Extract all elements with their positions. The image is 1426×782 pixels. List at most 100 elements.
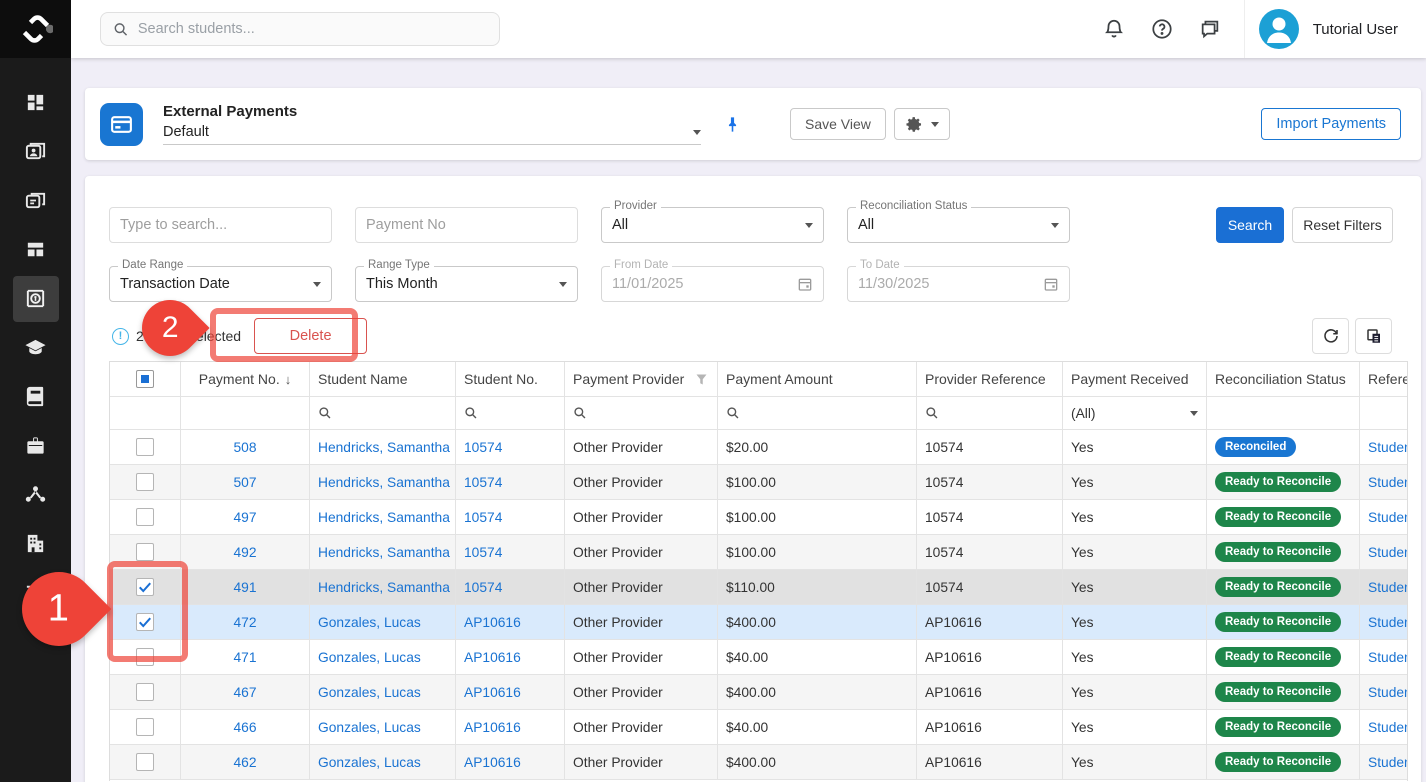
- save-view-button[interactable]: Save View: [790, 108, 886, 140]
- sno-link[interactable]: AP10616: [464, 755, 521, 770]
- filter-cell-prov[interactable]: [565, 397, 718, 430]
- sidebar-item-academics[interactable]: [0, 323, 71, 372]
- sidebar-item-book[interactable]: [0, 372, 71, 421]
- table-row[interactable]: 467Gonzales, LucasAP10616Other Provider$…: [110, 675, 1407, 710]
- no-link[interactable]: 497: [233, 510, 256, 525]
- row-checkbox[interactable]: [136, 438, 154, 456]
- row-checkbox[interactable]: [136, 683, 154, 701]
- sno-link[interactable]: AP10616: [464, 650, 521, 665]
- refcol-link[interactable]: Student: [1368, 545, 1408, 560]
- help-button[interactable]: [1138, 5, 1186, 53]
- column-header-no[interactable]: Payment No.↓: [181, 362, 310, 397]
- table-row[interactable]: 472Gonzales, LucasAP10616Other Provider$…: [110, 605, 1407, 640]
- filter-cell-ref[interactable]: [917, 397, 1063, 430]
- refresh-button[interactable]: [1312, 318, 1349, 354]
- name-link[interactable]: Gonzales, Lucas: [318, 650, 421, 665]
- table-row[interactable]: 507Hendricks, Samantha10574Other Provide…: [110, 465, 1407, 500]
- no-link[interactable]: 467: [233, 685, 256, 700]
- search-input[interactable]: [138, 21, 487, 37]
- table-row[interactable]: 497Hendricks, Samantha10574Other Provide…: [110, 500, 1407, 535]
- search-button[interactable]: Search: [1216, 207, 1284, 243]
- sidebar-item-contacts[interactable]: [0, 127, 71, 176]
- table-row[interactable]: 508Hendricks, Samantha10574Other Provide…: [110, 430, 1407, 465]
- column-header-sno[interactable]: Student No.: [456, 362, 565, 397]
- messages-button[interactable]: [1186, 5, 1234, 53]
- delete-button[interactable]: Delete: [254, 318, 367, 354]
- table-row[interactable]: 466Gonzales, LucasAP10616Other Provider$…: [110, 710, 1407, 745]
- column-header-checkbox[interactable]: [110, 362, 181, 397]
- filter-cell-amt[interactable]: [718, 397, 917, 430]
- sno-link[interactable]: AP10616: [464, 685, 521, 700]
- reset-filters-button[interactable]: Reset Filters: [1292, 207, 1393, 243]
- refcol-link[interactable]: Student: [1368, 615, 1408, 630]
- refcol-link[interactable]: Student: [1368, 580, 1408, 595]
- column-header-amt[interactable]: Payment Amount: [718, 362, 917, 397]
- reconciliation-status-select[interactable]: Reconciliation Status All: [847, 207, 1070, 243]
- date-range-select[interactable]: Date Range Transaction Date: [109, 266, 332, 302]
- column-chooser-button[interactable]: [1355, 318, 1392, 354]
- payment-no-input[interactable]: [355, 207, 578, 243]
- no-link[interactable]: 507: [233, 475, 256, 490]
- table-row[interactable]: 462Gonzales, LucasAP10616Other Provider$…: [110, 745, 1407, 780]
- refcol-link[interactable]: Student: [1368, 755, 1408, 770]
- pin-view-button[interactable]: [723, 115, 742, 134]
- avatar[interactable]: [1259, 9, 1299, 49]
- column-header-ref[interactable]: Provider Reference: [917, 362, 1063, 397]
- global-search[interactable]: [100, 12, 500, 46]
- column-header-prov[interactable]: Payment Provider: [565, 362, 718, 397]
- table-row[interactable]: 492Hendricks, Samantha10574Other Provide…: [110, 535, 1407, 570]
- filter-cell-name[interactable]: [310, 397, 456, 430]
- view-settings-button[interactable]: [894, 108, 950, 140]
- no-link[interactable]: 492: [233, 545, 256, 560]
- name-link[interactable]: Hendricks, Samantha: [318, 475, 450, 490]
- row-checkbox[interactable]: [136, 753, 154, 771]
- refcol-link[interactable]: Student: [1368, 510, 1408, 525]
- name-link[interactable]: Gonzales, Lucas: [318, 685, 421, 700]
- sidebar-item-layout[interactable]: [0, 225, 71, 274]
- select-all-checkbox[interactable]: [136, 370, 154, 388]
- import-payments-button[interactable]: Import Payments: [1261, 108, 1401, 140]
- refcol-link[interactable]: Student: [1368, 440, 1408, 455]
- column-header-status[interactable]: Reconciliation Status: [1207, 362, 1360, 397]
- range-type-select[interactable]: Range Type This Month: [355, 266, 578, 302]
- refcol-link[interactable]: Student: [1368, 475, 1408, 490]
- row-checkbox[interactable]: [136, 613, 154, 631]
- no-link[interactable]: 508: [233, 440, 256, 455]
- table-row[interactable]: 491Hendricks, Samantha10574Other Provide…: [110, 570, 1407, 605]
- user-name[interactable]: Tutorial User: [1313, 21, 1398, 38]
- no-link[interactable]: 462: [233, 755, 256, 770]
- table-row[interactable]: 471Gonzales, LucasAP10616Other Provider$…: [110, 640, 1407, 675]
- row-checkbox[interactable]: [136, 648, 154, 666]
- view-selector[interactable]: Default: [163, 124, 701, 145]
- notifications-button[interactable]: [1090, 5, 1138, 53]
- refcol-link[interactable]: Student: [1368, 685, 1408, 700]
- sidebar-item-dashboard[interactable]: [0, 78, 71, 127]
- sidebar-item-briefcase[interactable]: [0, 421, 71, 470]
- no-link[interactable]: 491: [233, 580, 256, 595]
- from-date-field[interactable]: From Date 11/01/2025: [601, 266, 824, 302]
- name-link[interactable]: Hendricks, Samantha: [318, 545, 450, 560]
- sidebar-item-building[interactable]: [0, 519, 71, 568]
- refcol-link[interactable]: Student: [1368, 650, 1408, 665]
- no-link[interactable]: 466: [233, 720, 256, 735]
- sno-link[interactable]: 10574: [464, 580, 502, 595]
- name-link[interactable]: Gonzales, Lucas: [318, 615, 421, 630]
- filter-cell-recv[interactable]: (All): [1063, 397, 1207, 430]
- sno-link[interactable]: 10574: [464, 440, 502, 455]
- name-link[interactable]: Gonzales, Lucas: [318, 755, 421, 770]
- sno-link[interactable]: 10574: [464, 475, 502, 490]
- provider-select[interactable]: Provider All: [601, 207, 824, 243]
- no-link[interactable]: 472: [233, 615, 256, 630]
- row-checkbox[interactable]: [136, 718, 154, 736]
- column-header-name[interactable]: Student Name: [310, 362, 456, 397]
- name-link[interactable]: Gonzales, Lucas: [318, 720, 421, 735]
- sidebar-item-documents[interactable]: [0, 176, 71, 225]
- sno-link[interactable]: 10574: [464, 510, 502, 525]
- refcol-link[interactable]: Student: [1368, 720, 1408, 735]
- name-link[interactable]: Hendricks, Samantha: [318, 580, 450, 595]
- filter-cell-sno[interactable]: [456, 397, 565, 430]
- name-link[interactable]: Hendricks, Samantha: [318, 510, 450, 525]
- sno-link[interactable]: 10574: [464, 545, 502, 560]
- row-checkbox[interactable]: [136, 543, 154, 561]
- app-logo[interactable]: [0, 0, 71, 58]
